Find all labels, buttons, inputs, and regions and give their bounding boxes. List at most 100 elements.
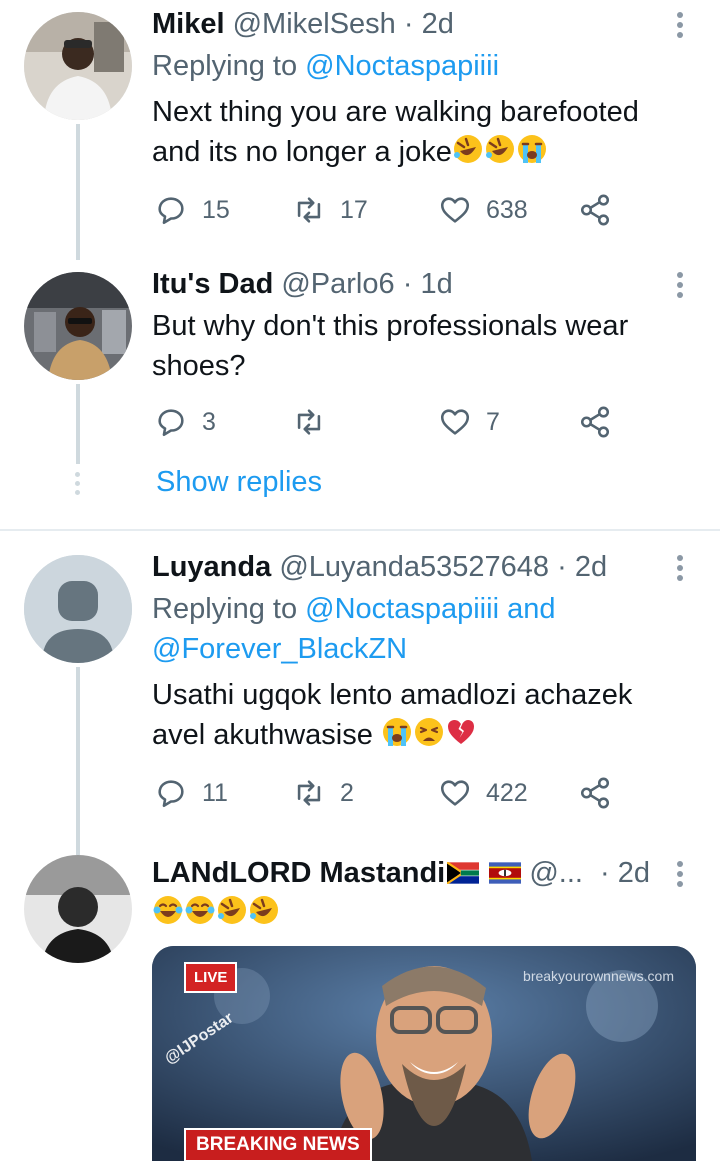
avatar[interactable] <box>24 272 132 380</box>
tweet-header: Luyanda @Luyanda53527648 · 2d <box>152 549 660 585</box>
eswatini-flag-icon <box>489 862 522 884</box>
heart-icon <box>440 409 470 435</box>
retweet-button[interactable]: 17 <box>292 190 368 230</box>
retweet-count: 2 <box>340 778 354 807</box>
tears-of-joy-emoji <box>185 896 215 924</box>
timestamp[interactable]: 1d <box>420 268 452 300</box>
reply-button[interactable]: 11 <box>154 773 228 813</box>
avatar[interactable] <box>24 855 132 963</box>
tweet-luyanda[interactable]: Luyanda @Luyanda53527648 · 2d Replying t… <box>0 531 720 855</box>
more-options-icon[interactable] <box>676 861 684 891</box>
broken-heart-emoji <box>447 720 474 744</box>
like-button[interactable]: 7 <box>438 402 500 442</box>
rolling-laughing-emoji <box>453 135 482 163</box>
timestamp[interactable]: 2d <box>618 857 650 889</box>
thread-line <box>76 384 80 464</box>
tweet-text-line: But why don't this professionals wear <box>152 310 629 342</box>
share-button[interactable] <box>578 402 612 442</box>
tweet-actions: 11 2 422 <box>152 773 632 813</box>
show-replies-link[interactable]: Show replies <box>156 466 322 499</box>
avatar[interactable] <box>24 12 132 120</box>
share-icon <box>580 406 610 438</box>
thread-line <box>76 667 80 855</box>
reply-count: 11 <box>202 778 228 807</box>
retweet-icon <box>297 780 321 806</box>
loudly-crying-emoji <box>517 135 546 163</box>
tweet-text <box>152 893 680 933</box>
default-avatar[interactable] <box>24 555 132 663</box>
share-icon <box>580 194 610 226</box>
tweet-image[interactable]: LIVE breakyourownnews.com @IJPostar BREA… <box>152 946 696 1161</box>
breaking-news-banner: BREAKING NEWS <box>184 1128 372 1161</box>
separator-dot: · <box>402 268 413 300</box>
tweet-header: Itu's Dad @Parlo6 · 1d <box>152 266 660 302</box>
user-handle[interactable]: @Luyanda53527648 <box>279 551 549 583</box>
loudly-crying-emoji <box>382 718 411 746</box>
like-button[interactable]: 422 <box>438 773 528 813</box>
like-count: 422 <box>486 778 528 807</box>
user-handle[interactable]: @... <box>529 857 583 889</box>
mention-link[interactable]: @Noctaspapiiii and <box>305 593 555 625</box>
display-name[interactable]: LANdLORD Mastandi <box>152 857 445 889</box>
tweet-actions: 3 7 <box>152 402 632 442</box>
tweet-text-line: Next thing you are walking barefooted <box>152 96 639 128</box>
live-badge: LIVE <box>184 962 238 993</box>
retweet-button[interactable]: 2 <box>292 773 354 813</box>
timestamp[interactable]: 2d <box>575 551 607 583</box>
more-options-icon[interactable] <box>676 555 684 585</box>
more-options-icon[interactable] <box>676 272 684 302</box>
tweet-time: · 2d <box>600 855 660 891</box>
like-count: 638 <box>486 195 528 224</box>
mention-link[interactable]: @Forever_BlackZN <box>152 629 555 669</box>
like-count: 7 <box>486 407 500 436</box>
display-name[interactable]: Luyanda <box>152 551 271 583</box>
tweet-text-line-content: and its no longer a joke <box>152 136 452 168</box>
display-name[interactable]: Mikel <box>152 8 225 40</box>
south-africa-flag-icon <box>447 862 480 884</box>
tweet-text-line: avel akuthwasise <box>152 715 680 755</box>
replying-to: Replying to @Noctaspapiiii and @Forever_… <box>152 589 555 669</box>
thread-line <box>76 124 80 260</box>
rolling-laughing-emoji <box>218 896 246 924</box>
reply-button[interactable]: 15 <box>154 190 230 230</box>
tweet-text-line: shoes? <box>152 350 246 382</box>
tweet-header: Mikel @MikelSesh · 2d <box>152 6 660 42</box>
share-icon <box>580 777 610 809</box>
user-handle[interactable]: @Parlo6 <box>281 268 394 300</box>
share-button[interactable] <box>578 773 612 813</box>
tweet-text-line: and its no longer a joke <box>152 132 680 172</box>
user-handle[interactable]: @MikelSesh <box>233 8 396 40</box>
tweet-text-line: Usathi ugqok lento amadlozi achazek <box>152 679 633 711</box>
display-name[interactable]: Itu's Dad <box>152 268 273 300</box>
tweet-header: LANdLORD Mastandi @... <box>152 855 630 891</box>
site-watermark: breakyourownnews.com <box>523 968 674 984</box>
tweet-text: Usathi ugqok lento amadlozi achazek avel… <box>152 675 680 755</box>
heart-icon <box>440 780 470 806</box>
reply-count: 3 <box>202 407 216 436</box>
tweet-text: Next thing you are walking barefooted an… <box>152 92 680 172</box>
more-options-icon[interactable] <box>676 12 684 42</box>
reply-icon <box>158 409 184 437</box>
separator-dot: · <box>403 8 414 40</box>
tweet-text-line-content: avel akuthwasise <box>152 719 373 751</box>
thread-ellipsis-icon <box>75 472 81 499</box>
share-button[interactable] <box>578 190 612 230</box>
tweet-actions: 15 17 638 <box>152 190 632 230</box>
retweet-button[interactable] <box>292 402 340 442</box>
weary-face-emoji <box>414 718 443 746</box>
timestamp[interactable]: 2d <box>422 8 454 40</box>
retweet-count: 17 <box>340 195 368 224</box>
like-button[interactable]: 638 <box>438 190 528 230</box>
replying-to-label: Replying to <box>152 593 298 625</box>
tweet-mikel[interactable]: Mikel @MikelSesh · 2d Replying to @Nocta… <box>0 0 720 260</box>
reply-icon <box>158 197 184 225</box>
retweet-icon <box>297 197 321 223</box>
retweet-icon <box>297 409 321 435</box>
separator-dot: · <box>600 857 610 889</box>
reply-count: 15 <box>202 195 230 224</box>
tweet-itus-dad[interactable]: Itu's Dad @Parlo6 · 1d But why don't thi… <box>0 260 720 530</box>
reply-button[interactable]: 3 <box>154 402 216 442</box>
mention-link[interactable]: @Noctaspapiiii <box>305 50 499 82</box>
reply-icon <box>158 780 184 808</box>
tweet-text: But why don't this professionals wear sh… <box>152 306 680 386</box>
